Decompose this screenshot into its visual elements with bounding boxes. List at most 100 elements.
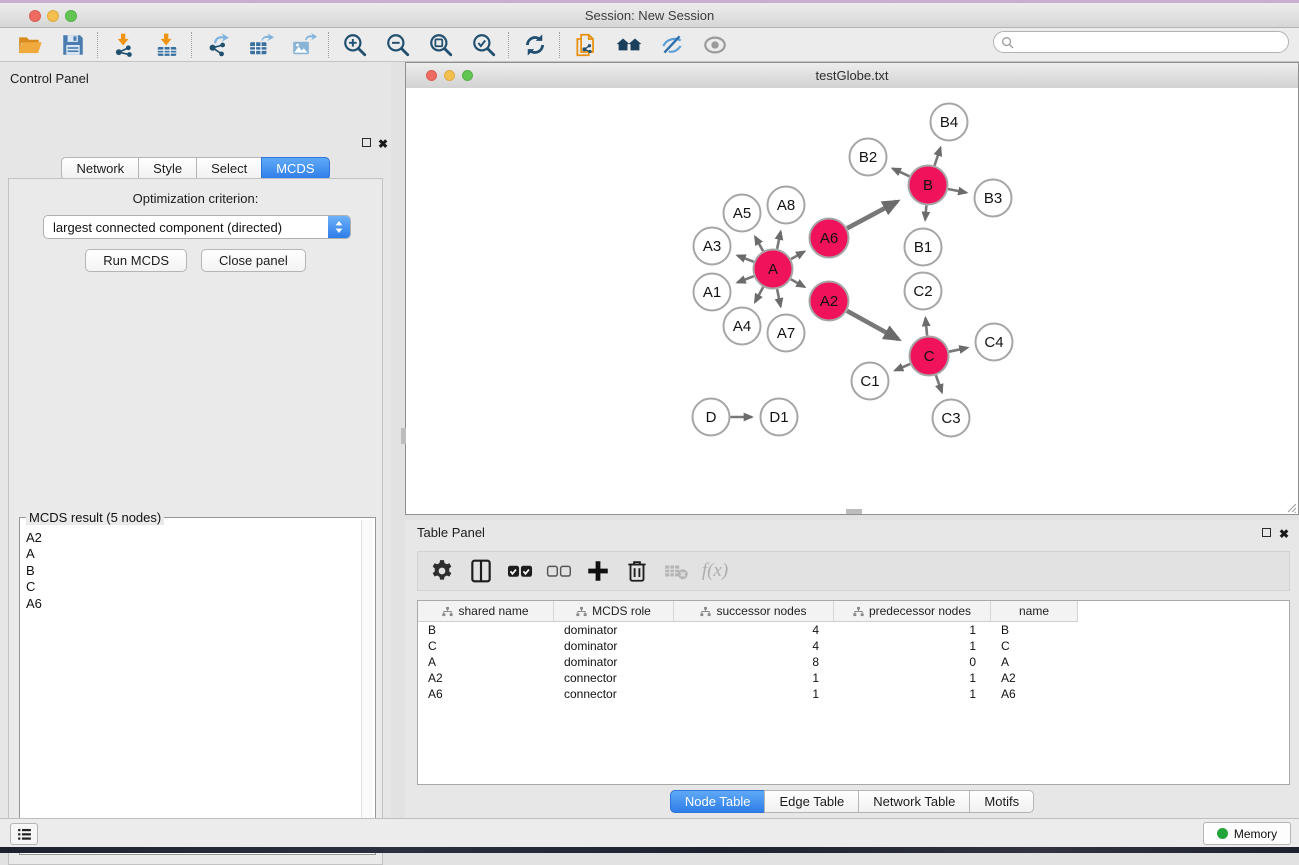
import-table-from-file-button[interactable] — [145, 30, 188, 60]
edge-A2-C[interactable] — [847, 311, 898, 339]
close-panel-button[interactable]: Close panel — [201, 249, 306, 272]
column-header-predecessor-nodes[interactable]: predecessor nodes — [834, 601, 991, 622]
table-options-button[interactable] — [426, 555, 458, 587]
node-B1[interactable]: B1 — [905, 229, 942, 266]
node-C2[interactable]: C2 — [905, 273, 942, 310]
node-A3[interactable]: A3 — [694, 228, 731, 265]
node-A1[interactable]: A1 — [694, 274, 731, 311]
edge-A-A7[interactable] — [777, 289, 781, 306]
result-item-A[interactable]: A — [26, 546, 361, 562]
column-header-name[interactable]: name — [991, 601, 1078, 622]
node-B2[interactable]: B2 — [850, 139, 887, 176]
create-new-column-button[interactable] — [582, 555, 614, 587]
table-row-B[interactable]: Bdominator41B — [418, 622, 1289, 638]
column-header-successor-nodes[interactable]: successor nodes — [674, 601, 834, 622]
clone-network-button[interactable] — [564, 30, 607, 60]
tab-node-table[interactable]: Node Table — [670, 790, 766, 813]
export-image-button[interactable] — [282, 30, 325, 60]
import-network-from-file-button[interactable] — [102, 30, 145, 60]
deselect-all-rows-button[interactable] — [543, 555, 575, 587]
network-window-titlebar[interactable]: testGlobe.txt — [406, 63, 1298, 89]
show-hide-graphics-details-button[interactable] — [693, 30, 736, 60]
resize-grip-icon[interactable] — [1285, 501, 1297, 513]
edge-A-A2[interactable] — [791, 279, 805, 287]
desktop-vertical-scrollbar[interactable] — [401, 428, 406, 444]
node-C1[interactable]: C1 — [852, 363, 889, 400]
export-table-button[interactable] — [239, 30, 282, 60]
node-C[interactable]: C — [910, 337, 949, 376]
result-scrollbar[interactable] — [361, 520, 373, 852]
tab-mcds[interactable]: MCDS — [261, 157, 329, 180]
float-panel-icon[interactable] — [362, 138, 371, 147]
close-panel-icon[interactable]: ✖ — [378, 138, 388, 150]
task-history-button[interactable] — [10, 823, 38, 845]
table-close-panel-icon[interactable]: ✖ — [1279, 528, 1289, 540]
edge-A-A6[interactable] — [791, 252, 804, 259]
node-A[interactable]: A — [754, 250, 793, 289]
edge-A-A3[interactable] — [738, 256, 754, 262]
node-A7[interactable]: A7 — [768, 315, 805, 352]
result-item-A6[interactable]: A6 — [26, 596, 361, 612]
result-item-C[interactable]: C — [26, 579, 361, 595]
tab-select[interactable]: Select — [196, 157, 262, 180]
node-C4[interactable]: C4 — [976, 324, 1013, 361]
table-float-panel-icon[interactable] — [1262, 528, 1271, 537]
tab-motifs[interactable]: Motifs — [969, 790, 1034, 813]
reset-view-button[interactable] — [607, 30, 650, 60]
table-row-A6[interactable]: A6connector11A6 — [418, 686, 1289, 702]
tab-style[interactable]: Style — [138, 157, 197, 180]
edge-C-C3[interactable] — [936, 375, 942, 392]
node-A8[interactable]: A8 — [768, 187, 805, 224]
table-row-C[interactable]: Cdominator41C — [418, 638, 1289, 654]
edge-A-A1[interactable] — [738, 276, 754, 282]
criterion-dropdown[interactable]: largest connected component (directed) — [43, 215, 351, 239]
edge-C-C2[interactable] — [926, 318, 928, 335]
open-file-button[interactable] — [8, 30, 51, 60]
show-columns-button[interactable] — [465, 555, 497, 587]
node-D[interactable]: D — [693, 399, 730, 436]
column-header-shared-name[interactable]: shared name — [418, 601, 554, 622]
result-item-A2[interactable]: A2 — [26, 530, 361, 546]
edge-A-A5[interactable] — [755, 237, 763, 251]
select-all-rows-button[interactable] — [504, 555, 536, 587]
table-row-A2[interactable]: A2connector11A2 — [418, 670, 1289, 686]
node-B3[interactable]: B3 — [975, 180, 1012, 217]
edge-B-B3[interactable] — [948, 189, 966, 193]
export-network-button[interactable] — [196, 30, 239, 60]
edge-A-A8[interactable] — [777, 232, 781, 249]
table-row-A[interactable]: Adominator80A — [418, 654, 1289, 670]
tab-network[interactable]: Network — [61, 157, 139, 180]
node-A4[interactable]: A4 — [724, 308, 761, 345]
network-canvas[interactable]: B4 B2 B B3 A5A8A6 A3 B1 A A1 C2 A2 A4A7 C4 C C1 C3 D D1 — [406, 88, 1298, 514]
edge-B-B1[interactable] — [925, 205, 926, 219]
tab-network-table[interactable]: Network Table — [858, 790, 970, 813]
desktop-horizontal-scrollbar[interactable] — [846, 509, 862, 514]
toggle-annotations-button[interactable] — [650, 30, 693, 60]
delete-columns-button[interactable] — [621, 555, 653, 587]
save-session-button[interactable] — [51, 30, 94, 60]
memory-button[interactable]: Memory — [1203, 822, 1291, 845]
node-A6[interactable]: A6 — [810, 219, 849, 258]
node-B4[interactable]: B4 — [931, 104, 968, 141]
column-header-mcds-role[interactable]: MCDS role — [554, 601, 674, 622]
zoom-in-button[interactable] — [333, 30, 376, 60]
search-input[interactable] — [1018, 32, 1288, 52]
node-C3[interactable]: C3 — [933, 400, 970, 437]
node-D1[interactable]: D1 — [761, 399, 798, 436]
zoom-selected-region-button[interactable] — [462, 30, 505, 60]
node-A2[interactable]: A2 — [810, 282, 849, 321]
edge-C-C4[interactable] — [949, 348, 967, 352]
zoom-out-button[interactable] — [376, 30, 419, 60]
edge-B-B4[interactable] — [935, 148, 941, 166]
apply-layout-button[interactable] — [513, 30, 556, 60]
run-mcds-button[interactable]: Run MCDS — [85, 249, 187, 272]
node-B[interactable]: B — [909, 166, 948, 205]
edge-A-A4[interactable] — [755, 287, 763, 302]
edge-C-C1[interactable] — [895, 364, 910, 370]
edge-A6-B[interactable] — [847, 202, 897, 229]
tab-edge-table[interactable]: Edge Table — [764, 790, 859, 813]
edge-B-B2[interactable] — [893, 169, 910, 177]
node-A5[interactable]: A5 — [724, 195, 761, 232]
result-item-B[interactable]: B — [26, 563, 361, 579]
search-field[interactable] — [993, 31, 1289, 53]
